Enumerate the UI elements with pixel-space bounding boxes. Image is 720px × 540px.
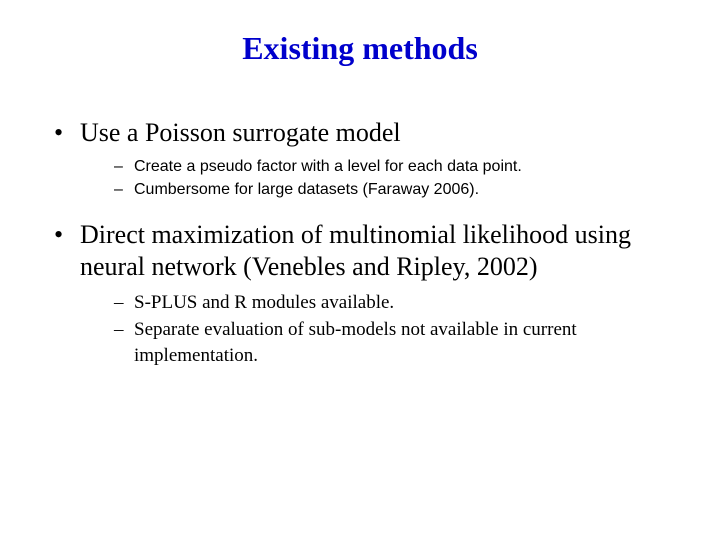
bullet-text: Direct maximization of multinomial likel…: [80, 220, 631, 282]
sub-item: Cumbersome for large datasets (Faraway 2…: [80, 179, 670, 201]
bullet-item: Use a Poisson surrogate model Create a p…: [50, 117, 670, 201]
sub-item: S-PLUS and R modules available.: [80, 290, 670, 316]
bullet-list: Use a Poisson surrogate model Create a p…: [50, 117, 670, 369]
bullet-text: Use a Poisson surrogate model: [80, 118, 401, 147]
sub-list: Create a pseudo factor with a level for …: [80, 156, 670, 201]
slide-title: Existing methods: [50, 30, 670, 67]
bullet-item: Direct maximization of multinomial likel…: [50, 219, 670, 369]
slide: Existing methods Use a Poisson surrogate…: [0, 0, 720, 540]
sub-item: Create a pseudo factor with a level for …: [80, 156, 670, 178]
sub-item: Separate evaluation of sub-models not av…: [80, 317, 670, 368]
sub-list: S-PLUS and R modules available. Separate…: [80, 290, 670, 369]
